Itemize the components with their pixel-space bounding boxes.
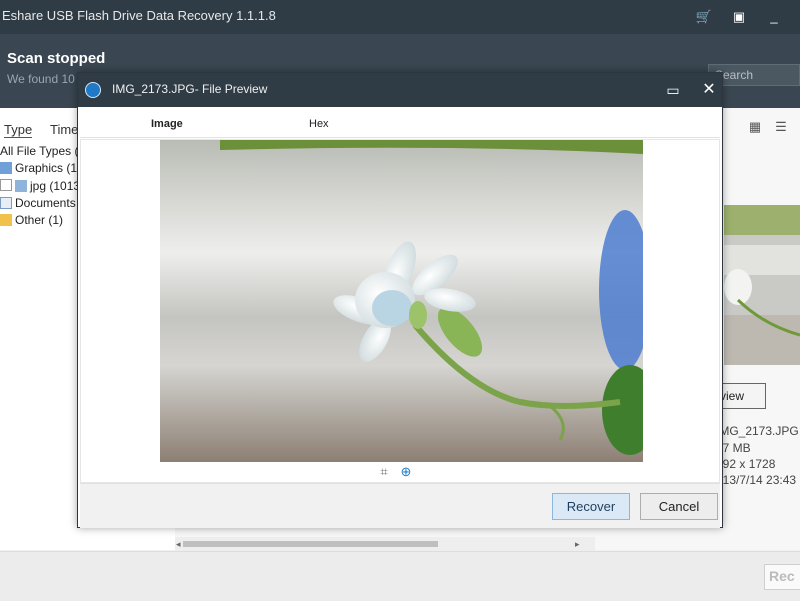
fit-to-window-icon[interactable]: ⌗ — [376, 464, 392, 480]
tab-type[interactable]: Type — [4, 122, 33, 138]
tree-item-graphics[interactable]: Graphics (10 — [0, 161, 84, 175]
actual-size-icon[interactable]: ⊕ — [398, 464, 414, 480]
tree-item-jpg[interactable]: jpg (1013 — [0, 179, 80, 193]
jpg-checkbox[interactable] — [0, 179, 12, 191]
main-recover-button[interactable]: Rec — [764, 564, 800, 590]
side-preview-button[interactable]: view — [716, 383, 766, 409]
maximize-icon[interactable]: ▭ — [664, 81, 682, 99]
dialog-footer: Recover Cancel — [80, 483, 720, 528]
grid-view-icon[interactable]: ▦ — [744, 116, 766, 138]
tree-item-documents[interactable]: Documents — [0, 196, 76, 210]
scroll-left-icon[interactable]: ◂ — [176, 537, 181, 551]
file-name-text: IMG_2173.JPG — [716, 424, 799, 438]
dialog-titlebar: IMG_2173.JPG- File Preview ▭ ✕ — [78, 73, 722, 107]
cart-icon[interactable]: 🛒 — [695, 8, 713, 26]
tree-item-label: Documents — [15, 196, 76, 210]
image-preview-area — [80, 139, 720, 483]
close-icon[interactable]: ✕ — [700, 81, 718, 99]
bottom-bar: Rec — [0, 551, 800, 601]
scan-status: Scan stopped — [7, 50, 106, 67]
tab-time[interactable]: Time — [50, 122, 78, 137]
preview-tabs: Image Hex — [80, 107, 720, 138]
file-date-text: 013/7/14 23:43 — [716, 473, 797, 487]
list-view-icon[interactable]: ☰ — [770, 116, 792, 138]
menu-icon[interactable]: ▣ — [730, 8, 748, 26]
tab-hex[interactable]: Hex — [309, 118, 329, 130]
app-logo-icon — [85, 82, 101, 98]
file-preview-dialog: IMG_2173.JPG- File Preview ▭ ✕ Image Hex — [77, 72, 723, 528]
app-titlebar: Eshare USB Flash Drive Data Recovery 1.1… — [0, 0, 800, 34]
tree-item-label: Other (1) — [15, 213, 64, 227]
tree-item-label: jpg (1013 — [30, 179, 81, 193]
side-preview-thumbnail — [724, 205, 800, 365]
image-icon — [15, 180, 27, 192]
image-icon — [0, 162, 12, 174]
document-icon — [0, 197, 12, 209]
app-title: Eshare USB Flash Drive Data Recovery 1.1… — [2, 8, 276, 23]
cancel-button[interactable]: Cancel — [640, 493, 718, 520]
scroll-right-icon[interactable]: ▸ — [575, 537, 580, 551]
minimize-icon[interactable]: _ — [765, 8, 783, 26]
folder-icon — [0, 214, 12, 226]
recover-button[interactable]: Recover — [552, 493, 630, 520]
view-toggle-bar: ▦ ☰ — [720, 116, 800, 138]
horizontal-scrollbar[interactable]: ◂ ▸ — [175, 537, 595, 551]
scrollbar-thumb[interactable] — [183, 541, 438, 547]
tree-item-other[interactable]: Other (1) — [0, 213, 63, 227]
file-dimensions-text: 592 x 1728 — [716, 457, 776, 471]
dialog-title: IMG_2173.JPG- File Preview — [112, 82, 268, 96]
found-count-text: We found 10 — [7, 72, 75, 86]
tree-item-label: Graphics (10 — [15, 161, 84, 175]
preview-image — [160, 140, 643, 462]
tab-image[interactable]: Image — [151, 118, 183, 130]
